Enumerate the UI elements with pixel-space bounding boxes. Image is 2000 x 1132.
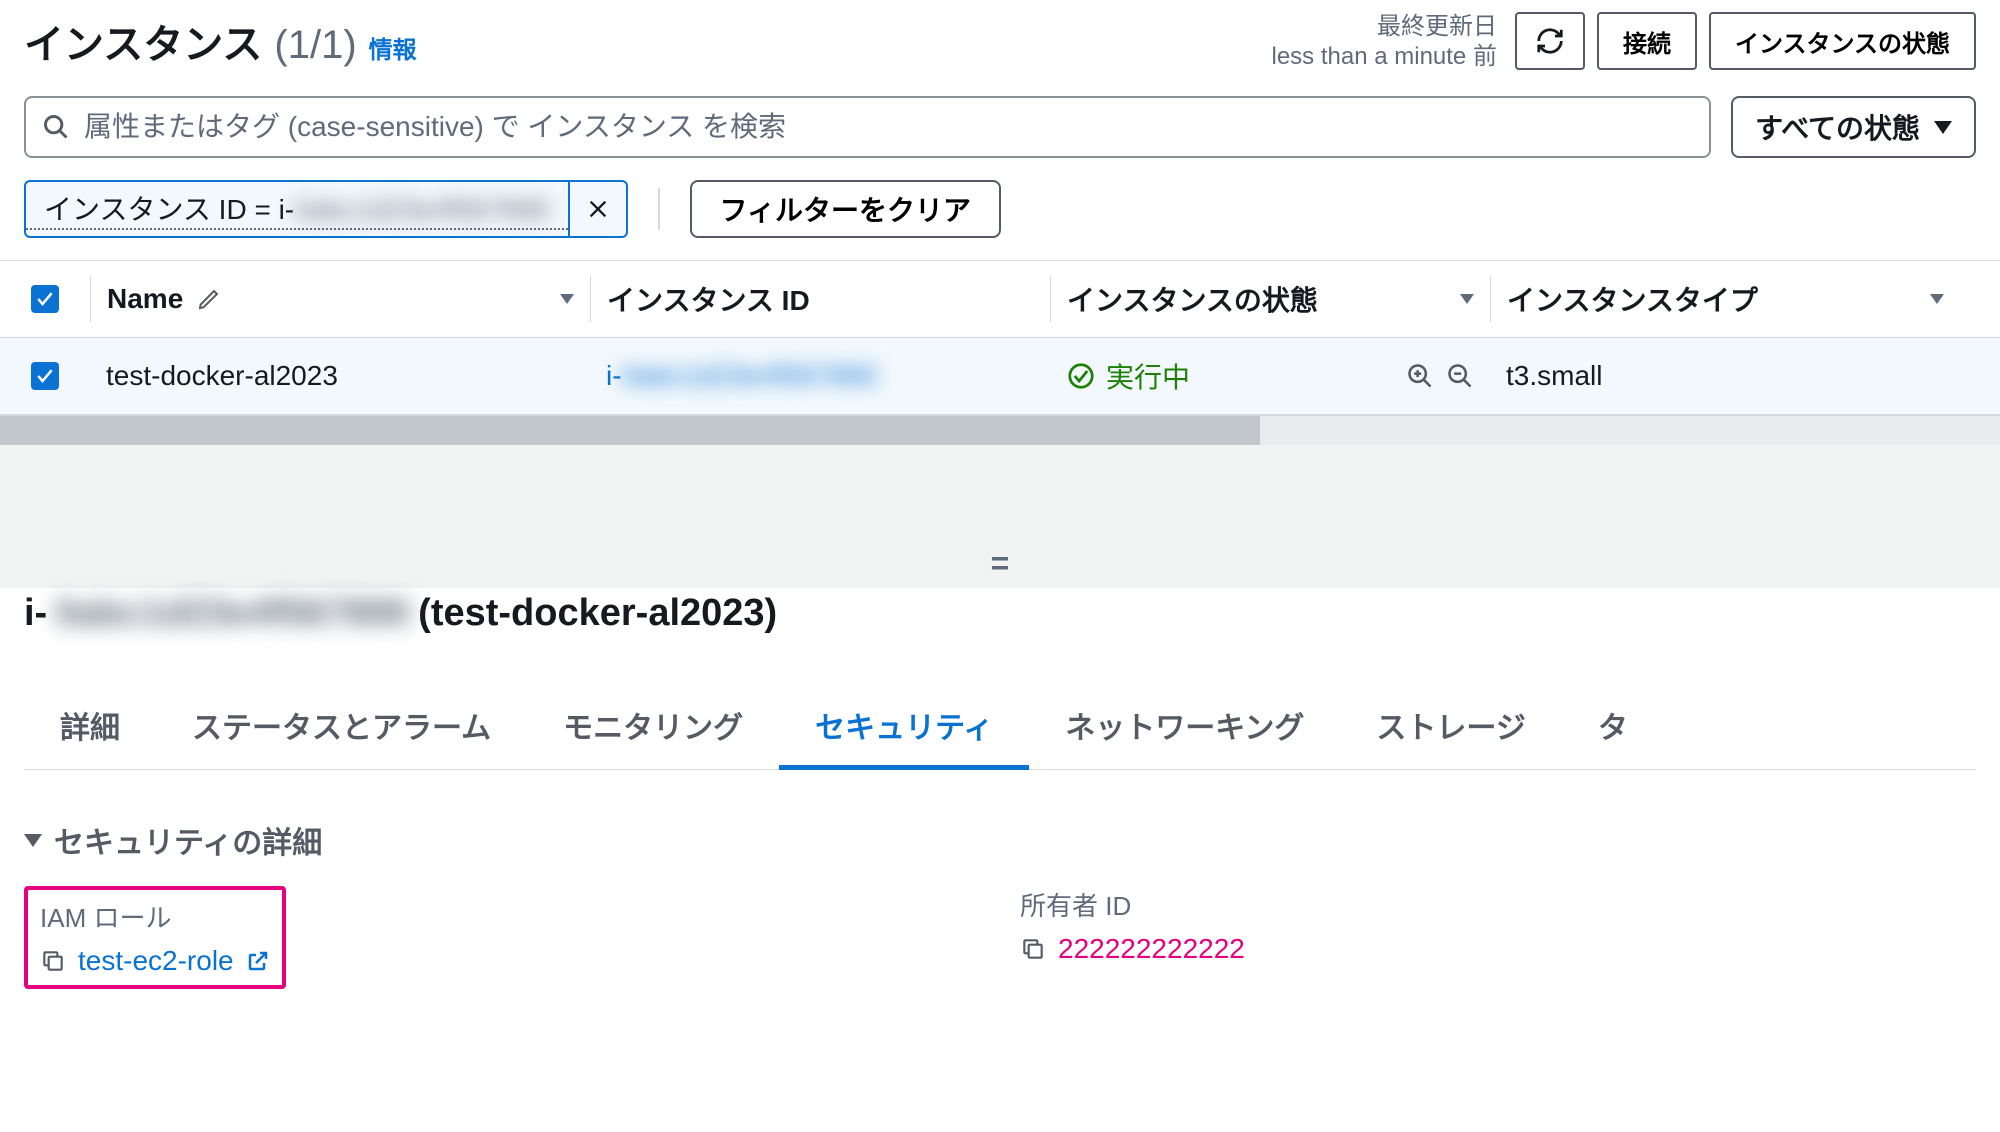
success-icon <box>1066 361 1096 391</box>
owner-id-value-row: 222222222222 <box>1020 933 1976 965</box>
instance-state-button[interactable]: インスタンスの状態 <box>1709 12 1976 70</box>
iam-role-value-row: test-ec2-role <box>40 945 270 977</box>
row-checkbox[interactable] <box>31 362 59 390</box>
security-details-toggle[interactable]: セキュリティの詳細 <box>24 770 1976 886</box>
tab-monitoring[interactable]: モニタリング <box>527 685 779 769</box>
connect-button[interactable]: 接続 <box>1597 12 1697 70</box>
filter-icon <box>1460 294 1474 304</box>
last-updated-label: 最終更新日 <box>1272 12 1497 42</box>
column-state[interactable]: インスタンスの状態 <box>1050 276 1490 322</box>
state-filter-dropdown[interactable]: すべての状態 <box>1731 96 1976 158</box>
detail-pane: i-0abc1d23e4f567890 (test-docker-al2023)… <box>0 588 2000 989</box>
remove-filter-button[interactable] <box>568 182 626 236</box>
select-all-cell <box>0 276 90 322</box>
iam-role-field: IAM ロール test-ec2-role <box>24 886 980 989</box>
select-all-checkbox[interactable] <box>31 285 59 313</box>
iam-role-link[interactable]: test-ec2-role <box>78 945 234 977</box>
header-actions: 最終更新日 less than a minute 前 接続 インスタンスの状態 <box>1272 12 1977 72</box>
refresh-button[interactable] <box>1515 12 1585 70</box>
refresh-icon <box>1535 26 1565 56</box>
instance-id-link[interactable]: i-0abc1d23e4f567890 <box>606 360 877 392</box>
clear-filters-button[interactable]: フィルターをクリア <box>690 180 1001 238</box>
check-icon <box>35 366 55 386</box>
copy-icon[interactable] <box>1020 936 1046 962</box>
caret-down-icon <box>24 834 42 847</box>
owner-id-field: 所有者 ID 222222222222 <box>1020 886 1976 989</box>
security-details-grid: IAM ロール test-ec2-role 所有者 ID 22222222222… <box>24 886 1976 989</box>
page-header: インスタンス (1/1) 情報 最終更新日 less than a minute… <box>0 0 2000 72</box>
last-updated: 最終更新日 less than a minute 前 <box>1272 12 1497 72</box>
copy-icon[interactable] <box>40 948 66 974</box>
detail-title: i-0abc1d23e4f567890 (test-docker-al2023) <box>24 588 1976 635</box>
cell-state: 実行中 <box>1050 356 1490 396</box>
filter-icon <box>560 294 574 304</box>
status-badge: 実行中 <box>1066 356 1190 396</box>
tab-details[interactable]: 詳細 <box>24 685 156 769</box>
zoom-in-icon[interactable] <box>1406 362 1434 390</box>
search-input[interactable] <box>84 111 1693 143</box>
horizontal-scrollbar[interactable] <box>0 415 2000 445</box>
filter-chips-row: インスタンス ID = i-0abc1d23e4f567890 フィルターをクリ… <box>0 158 2000 260</box>
instances-table: Name インスタンス ID インスタンスの状態 インスタンスタイプ test-… <box>0 260 2000 445</box>
tab-tags[interactable]: タ <box>1562 685 1664 769</box>
iam-role-label: IAM ロール <box>40 898 270 935</box>
owner-id-value: 222222222222 <box>1058 933 1245 965</box>
tab-security[interactable]: セキュリティ <box>779 685 1029 770</box>
page-title: インスタンス <box>24 12 262 70</box>
column-instance-id[interactable]: インスタンス ID <box>590 276 1050 322</box>
chip-text: インスタンス ID = i-0abc1d23e4f567890 <box>26 188 568 230</box>
chevron-down-icon <box>1934 121 1952 134</box>
check-icon <box>35 289 55 309</box>
search-icon <box>42 113 70 141</box>
tab-status[interactable]: ステータスとアラーム <box>156 685 527 769</box>
last-updated-value: less than a minute 前 <box>1272 42 1497 72</box>
filter-icon <box>1930 294 1944 304</box>
cell-type: t3.small <box>1490 360 1960 392</box>
cell-instance-id: i-0abc1d23e4f567890 <box>590 360 1050 392</box>
table-row[interactable]: test-docker-al2023 i-0abc1d23e4f567890 実… <box>0 337 2000 415</box>
row-select-cell <box>0 362 90 390</box>
divider <box>658 188 660 230</box>
external-link-icon <box>246 949 270 973</box>
search-box[interactable] <box>24 96 1711 158</box>
state-filter-label: すべての状態 <box>1755 107 1920 147</box>
zoom-controls <box>1406 362 1474 390</box>
table-header: Name インスタンス ID インスタンスの状態 インスタンスタイプ <box>0 261 2000 337</box>
zoom-out-icon[interactable] <box>1446 362 1474 390</box>
iam-role-highlight: IAM ロール test-ec2-role <box>24 886 286 989</box>
instance-count: (1/1) <box>274 23 356 68</box>
close-icon <box>587 198 609 220</box>
owner-id-label: 所有者 ID <box>1020 886 1976 923</box>
filter-chip-instance-id[interactable]: インスタンス ID = i-0abc1d23e4f567890 <box>24 180 628 238</box>
edit-icon <box>197 287 221 311</box>
pane-resize-handle[interactable]: = <box>0 445 2000 588</box>
search-row: すべての状態 <box>0 72 2000 158</box>
column-type[interactable]: インスタンスタイプ <box>1490 276 1960 322</box>
title-block: インスタンス (1/1) 情報 <box>24 12 417 70</box>
tab-networking[interactable]: ネットワーキング <box>1029 685 1340 769</box>
scrollbar-thumb[interactable] <box>0 416 1260 445</box>
cell-name: test-docker-al2023 <box>90 360 590 392</box>
detail-tabs: 詳細 ステータスとアラーム モニタリング セキュリティ ネットワーキング ストレ… <box>24 685 1976 770</box>
info-link[interactable]: 情報 <box>369 30 417 65</box>
column-name[interactable]: Name <box>90 276 590 322</box>
tab-storage[interactable]: ストレージ <box>1340 685 1561 769</box>
